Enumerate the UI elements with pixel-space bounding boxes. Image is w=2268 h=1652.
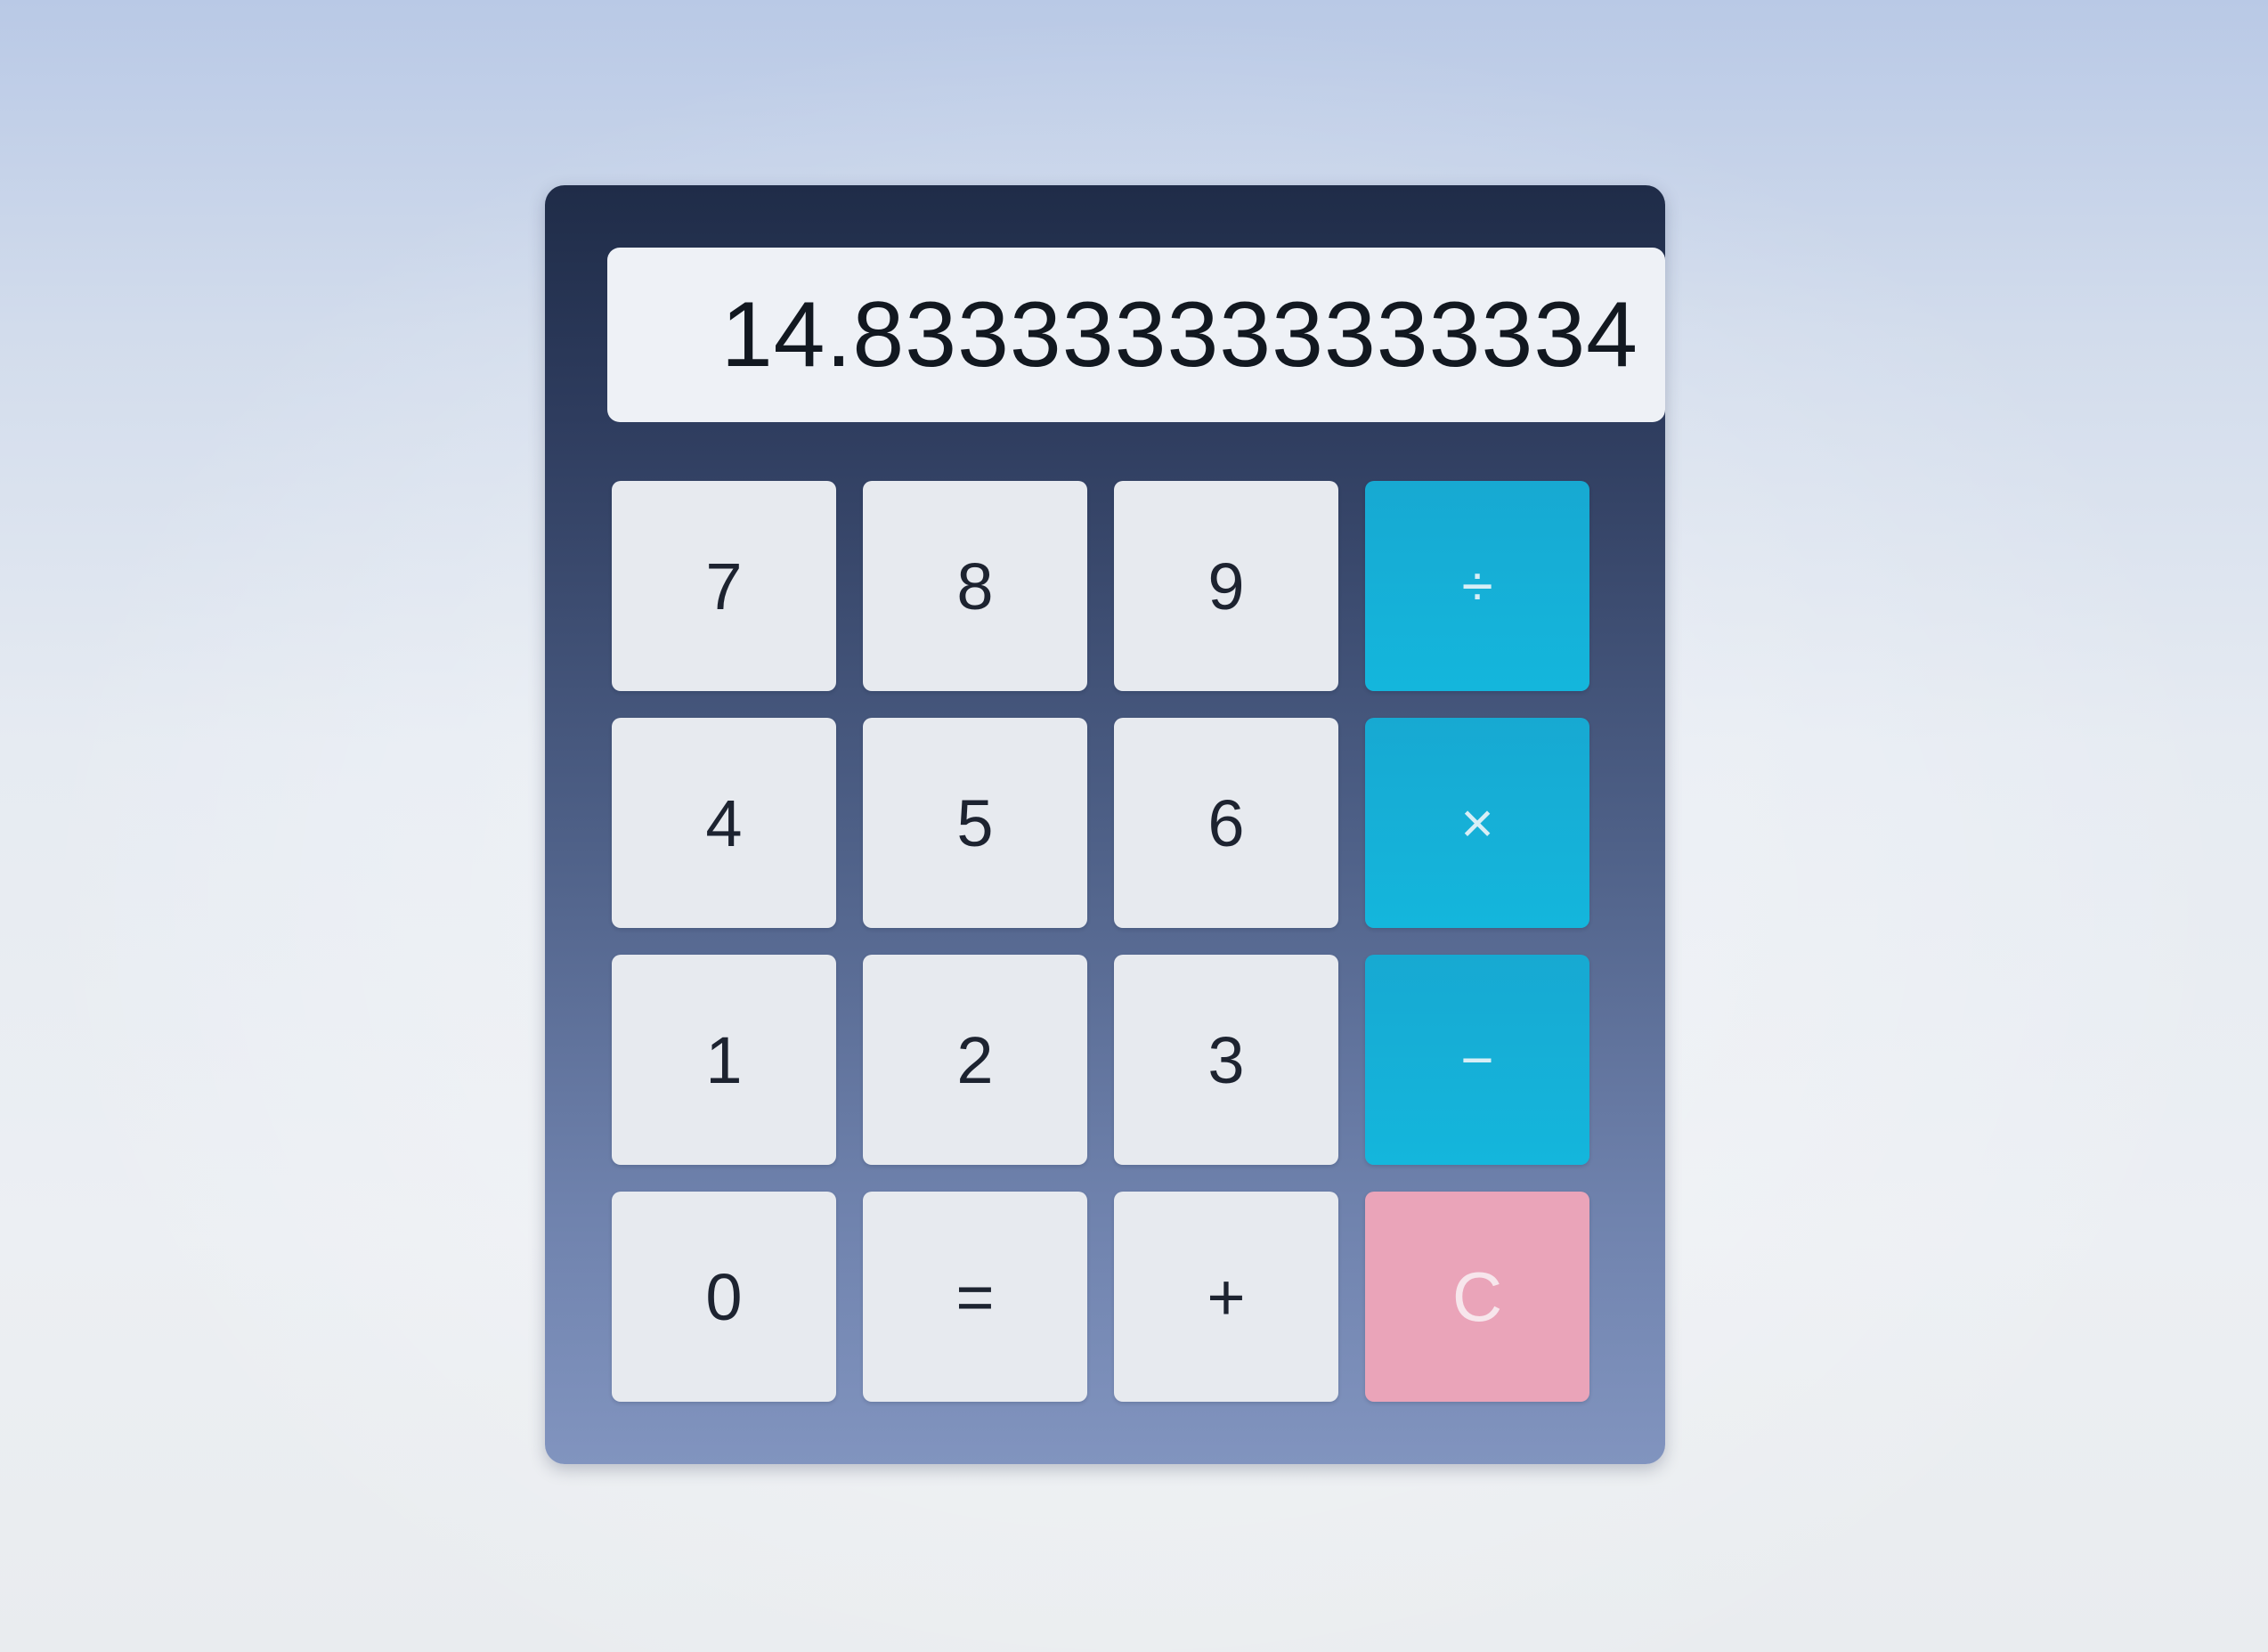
subtract-button[interactable]: − (1365, 955, 1589, 1165)
key-4[interactable]: 4 (612, 718, 836, 928)
key-2[interactable]: 2 (863, 955, 1087, 1165)
clear-button[interactable]: C (1365, 1192, 1589, 1402)
key-8[interactable]: 8 (863, 481, 1087, 691)
calculator-display: 14.833333333333334 (607, 248, 1665, 422)
key-1[interactable]: 1 (612, 955, 836, 1165)
key-9[interactable]: 9 (1114, 481, 1338, 691)
keypad: 7 8 9 ÷ 4 5 6 × 1 2 3 − 0 = + C (612, 481, 1591, 1407)
multiply-button[interactable]: × (1365, 718, 1589, 928)
key-3[interactable]: 3 (1114, 955, 1338, 1165)
key-5[interactable]: 5 (863, 718, 1087, 928)
calculator: 14.833333333333334 7 8 9 ÷ 4 5 6 × 1 2 3… (545, 185, 1665, 1464)
divide-button[interactable]: ÷ (1365, 481, 1589, 691)
equals-button[interactable]: = (863, 1192, 1087, 1402)
key-0[interactable]: 0 (612, 1192, 836, 1402)
screen-background: 14.833333333333334 7 8 9 ÷ 4 5 6 × 1 2 3… (0, 0, 2268, 1652)
key-6[interactable]: 6 (1114, 718, 1338, 928)
key-7[interactable]: 7 (612, 481, 836, 691)
add-button[interactable]: + (1114, 1192, 1338, 1402)
